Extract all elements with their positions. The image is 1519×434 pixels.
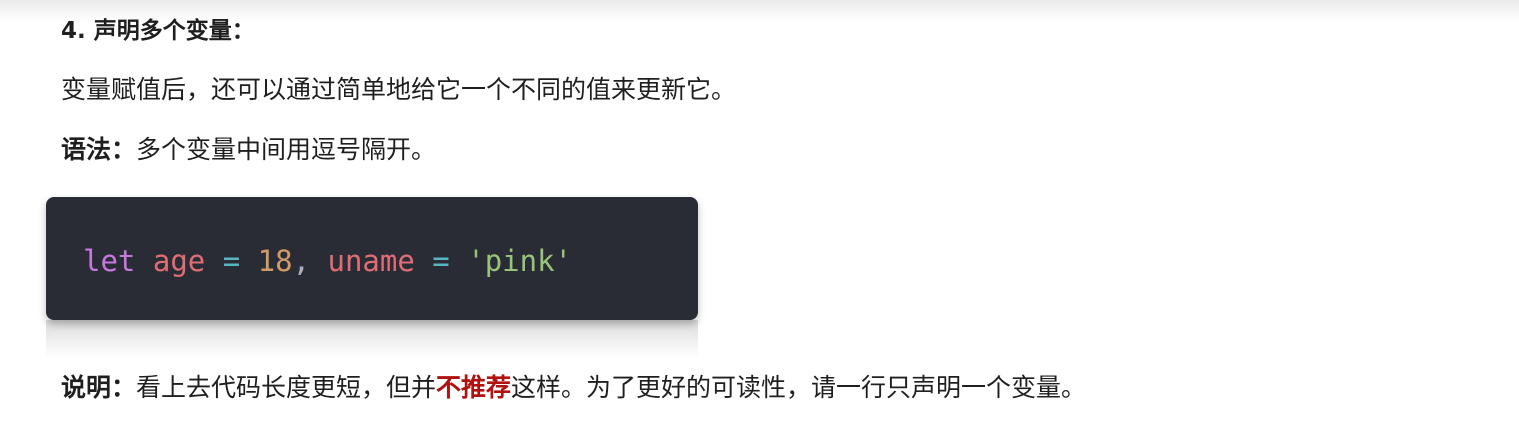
section-heading: 4. 声明多个变量： bbox=[61, 18, 255, 44]
note-label: 说明： bbox=[61, 373, 137, 402]
syntax-label: 语法： bbox=[61, 135, 137, 164]
note-text-after: 这样。为了更好的可读性，请一行只声明一个变量。 bbox=[511, 373, 1087, 402]
code-variable-uname: uname bbox=[327, 244, 415, 278]
code-comma: , bbox=[292, 244, 311, 278]
code-keyword: let bbox=[83, 244, 136, 278]
code-block: let age = 18, uname = 'pink' bbox=[46, 197, 698, 320]
code-block-reflection bbox=[46, 320, 698, 358]
syntax-paragraph: 语法：多个变量中间用逗号隔开。 bbox=[61, 132, 436, 168]
note-paragraph: 说明：看上去代码长度更短，但并不推荐这样。为了更好的可读性，请一行只声明一个变量… bbox=[61, 370, 1086, 406]
code-variable-age: age bbox=[152, 244, 206, 278]
note-text-before: 看上去代码长度更短，但并 bbox=[136, 373, 437, 402]
code-number: 18 bbox=[257, 244, 293, 278]
code-string: 'pink' bbox=[467, 244, 572, 278]
note-emphasis: 不推荐 bbox=[436, 373, 512, 402]
description-paragraph: 变量赋值后，还可以通过简单地给它一个不同的值来更新它。 bbox=[61, 75, 737, 104]
syntax-text: 多个变量中间用逗号隔开。 bbox=[136, 135, 437, 164]
code-operator-assign: = bbox=[222, 244, 241, 278]
code-operator-assign-2: = bbox=[432, 244, 450, 278]
code-line: let age = 18, uname = 'pink' bbox=[83, 241, 572, 281]
